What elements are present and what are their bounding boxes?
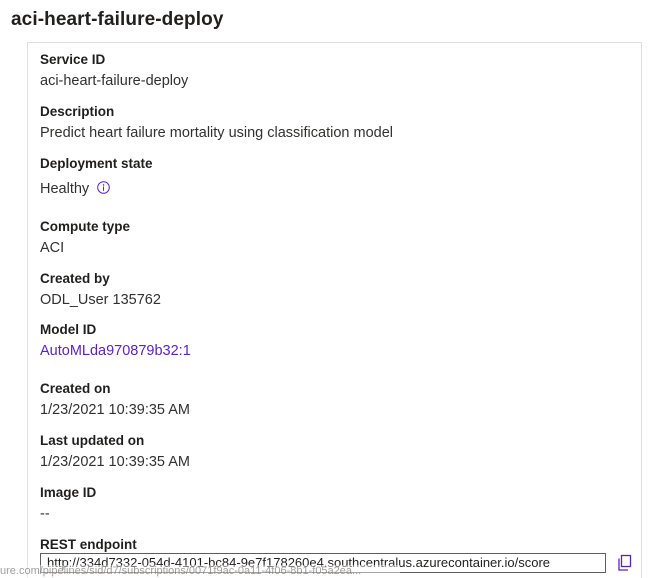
last-updated-field: Last updated on 1/23/2021 10:39:35 AM: [40, 432, 190, 472]
created-by-label: Created by: [40, 271, 110, 286]
info-icon[interactable]: [97, 180, 110, 194]
service-id-label: Service ID: [40, 52, 106, 67]
service-id-field: Service ID aci-heart-failure-deploy: [40, 51, 188, 91]
browser-status-url: ure.com/pipelines/sid/d7/subscriptions/0…: [0, 565, 400, 578]
deployment-state-row: Healthy: [40, 179, 153, 199]
model-id-link[interactable]: AutoMLda970879b32:1: [40, 341, 191, 361]
copy-icon[interactable]: [617, 554, 633, 572]
description-field: Description Predict heart failure mortal…: [40, 103, 393, 143]
model-id-label: Model ID: [40, 322, 97, 337]
deployment-details-page: aci-heart-failure-deploy Service ID aci-…: [0, 0, 654, 578]
created-on-label: Created on: [40, 381, 111, 396]
deployment-state-label: Deployment state: [40, 156, 153, 171]
model-id-field: Model ID AutoMLda970879b32:1: [40, 321, 191, 361]
created-on-field: Created on 1/23/2021 10:39:35 AM: [40, 380, 190, 420]
description-label: Description: [40, 104, 115, 119]
rest-endpoint-label: REST endpoint: [40, 537, 137, 552]
compute-type-value: ACI: [40, 240, 65, 256]
service-id-value: aci-heart-failure-deploy: [40, 73, 189, 89]
compute-type-label: Compute type: [40, 219, 131, 234]
deployment-state-value: Healthy: [40, 181, 90, 197]
deployment-state-field: Deployment state Healthy: [40, 155, 153, 199]
page-title: aci-heart-failure-deploy: [11, 9, 224, 30]
image-id-field: Image ID --: [40, 484, 96, 524]
created-on-value: 1/23/2021 10:39:35 AM: [40, 402, 190, 418]
compute-type-field: Compute type ACI: [40, 218, 130, 258]
created-by-value: ODL_User 135762: [40, 292, 161, 308]
last-updated-value: 1/23/2021 10:39:35 AM: [40, 454, 190, 470]
last-updated-label: Last updated on: [40, 433, 145, 448]
description-value: Predict heart failure mortality using cl…: [40, 125, 393, 141]
image-id-value: --: [40, 506, 50, 522]
image-id-label: Image ID: [40, 485, 97, 500]
rest-endpoint-field: REST endpoint: [40, 536, 137, 554]
created-by-field: Created by ODL_User 135762: [40, 270, 161, 310]
